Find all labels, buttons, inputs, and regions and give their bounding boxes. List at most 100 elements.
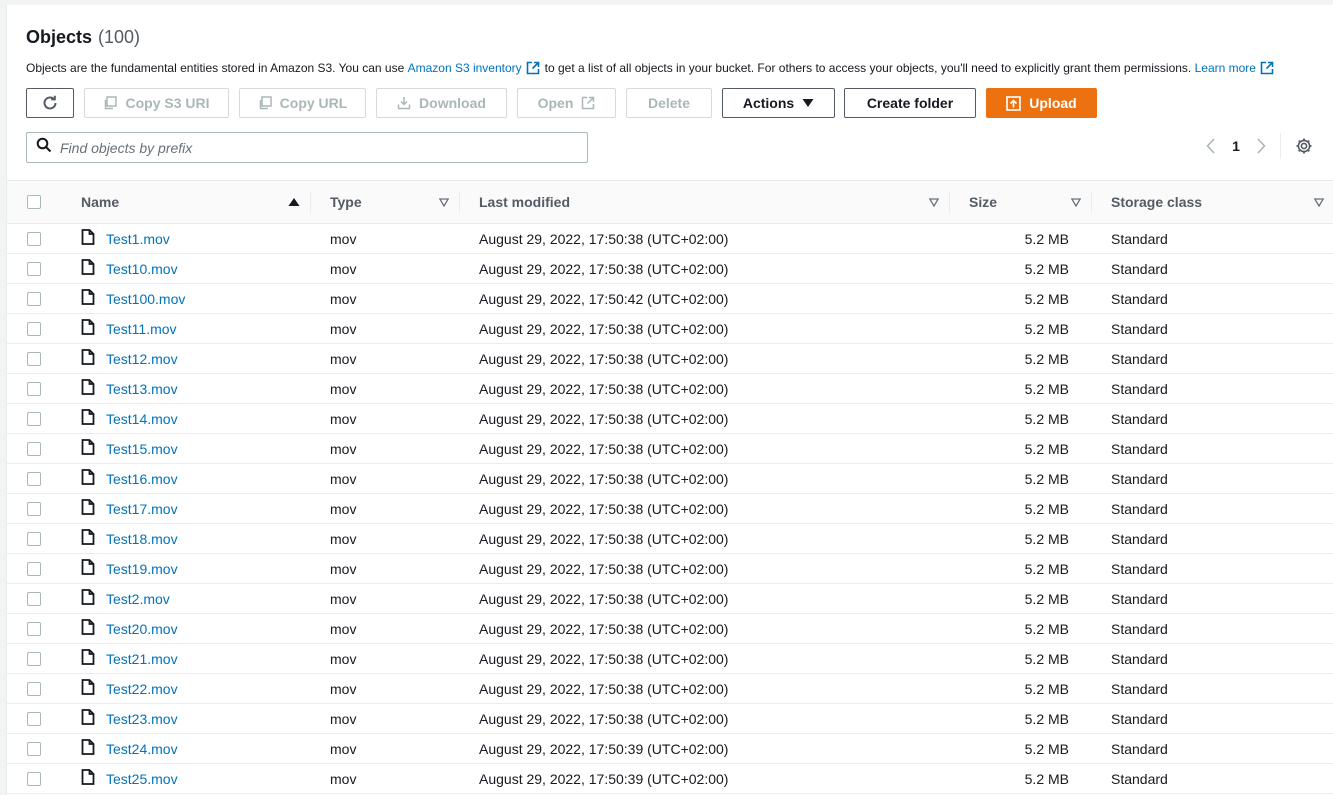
- pagination: 1: [1196, 131, 1315, 161]
- column-header-type[interactable]: Type: [310, 180, 459, 224]
- inventory-link[interactable]: Amazon S3 inventory: [408, 61, 522, 75]
- table-row[interactable]: Test16.mov mov August 29, 2022, 17:50:38 (…: [7, 463, 1333, 494]
- sort-ascending-icon[interactable]: [288, 194, 300, 210]
- row-checkbox[interactable]: [27, 231, 41, 246]
- table-row[interactable]: Test19.mov mov August 29, 2022, 17:50:38 (…: [7, 553, 1333, 584]
- upload-button[interactable]: Upload: [986, 88, 1097, 118]
- copy-url-button[interactable]: Copy URL: [239, 88, 366, 118]
- learn-more-link[interactable]: Learn more: [1195, 61, 1256, 75]
- object-name-link[interactable]: Test16.mov: [106, 471, 178, 487]
- size-cell: 5.2 MB: [949, 643, 1091, 674]
- object-name-link[interactable]: Test17.mov: [106, 501, 178, 517]
- table-row[interactable]: Test21.mov mov August 29, 2022, 17:50:38 (…: [7, 643, 1333, 674]
- object-name-link[interactable]: Test14.mov: [106, 411, 178, 427]
- table-row[interactable]: Test25.mov mov August 29, 2022, 17:50:39 (…: [7, 763, 1333, 794]
- object-name-link[interactable]: Test11.mov: [106, 321, 177, 337]
- table-row[interactable]: Test23.mov mov August 29, 2022, 17:50:38 (…: [7, 703, 1333, 734]
- row-checkbox[interactable]: [27, 651, 41, 666]
- row-checkbox[interactable]: [27, 261, 41, 276]
- table-row[interactable]: Test100.mov mov August 29, 2022, 17:50:42 …: [7, 283, 1333, 314]
- row-checkbox[interactable]: [27, 411, 41, 426]
- row-checkbox[interactable]: [27, 621, 41, 636]
- file-icon: [81, 679, 95, 698]
- object-name-link[interactable]: Test1.mov: [106, 231, 170, 247]
- object-name-link[interactable]: Test25.mov: [106, 771, 178, 787]
- column-header-last-modified[interactable]: Last modified: [459, 180, 949, 224]
- object-count: (100): [98, 27, 141, 47]
- column-header-storage-class[interactable]: Storage class: [1091, 180, 1333, 224]
- object-name-link[interactable]: Test2.mov: [106, 591, 170, 607]
- type-cell: mov: [310, 703, 459, 734]
- row-checkbox[interactable]: [27, 711, 41, 726]
- row-checkbox[interactable]: [27, 591, 41, 606]
- row-checkbox[interactable]: [27, 531, 41, 546]
- table-row[interactable]: Test10.mov mov August 29, 2022, 17:50:38 (…: [7, 253, 1333, 284]
- row-checkbox[interactable]: [27, 291, 41, 306]
- storage-class-cell: Standard: [1091, 583, 1333, 614]
- type-cell: mov: [310, 223, 459, 254]
- row-checkbox[interactable]: [27, 561, 41, 576]
- next-page-icon[interactable]: [1246, 131, 1276, 161]
- current-page[interactable]: 1: [1226, 138, 1246, 154]
- size-cell: 5.2 MB: [949, 403, 1091, 434]
- gear-icon[interactable]: [1293, 135, 1315, 157]
- open-button[interactable]: Open: [517, 88, 616, 118]
- copy-s3-uri-button[interactable]: Copy S3 URI: [84, 88, 229, 118]
- object-name-link[interactable]: Test15.mov: [106, 441, 178, 457]
- object-name-link[interactable]: Test10.mov: [106, 261, 178, 277]
- table-row[interactable]: Test2.mov mov August 29, 2022, 17:50:38 (U…: [7, 583, 1333, 614]
- sort-icon[interactable]: [928, 194, 940, 210]
- object-name-link[interactable]: Test13.mov: [106, 381, 178, 397]
- search-input[interactable]: [60, 139, 560, 156]
- table-row[interactable]: Test22.mov mov August 29, 2022, 17:50:38 (…: [7, 673, 1333, 704]
- object-name-link[interactable]: Test21.mov: [106, 651, 178, 667]
- object-name-link[interactable]: Test18.mov: [106, 531, 178, 547]
- delete-button[interactable]: Delete: [626, 88, 712, 118]
- table-row[interactable]: Test17.mov mov August 29, 2022, 17:50:38 (…: [7, 493, 1333, 524]
- object-name-link[interactable]: Test100.mov: [106, 291, 185, 307]
- table-row[interactable]: Test14.mov mov August 29, 2022, 17:50:38 (…: [7, 403, 1333, 434]
- table-row[interactable]: Test24.mov mov August 29, 2022, 17:50:39 (…: [7, 733, 1333, 764]
- table-row[interactable]: Test12.mov mov August 29, 2022, 17:50:38 (…: [7, 343, 1333, 374]
- previous-page-icon[interactable]: [1196, 131, 1226, 161]
- sort-icon[interactable]: [438, 194, 450, 210]
- download-icon: [397, 96, 411, 110]
- sort-icon[interactable]: [1313, 194, 1325, 210]
- row-checkbox[interactable]: [27, 501, 41, 516]
- table-row[interactable]: Test13.mov mov August 29, 2022, 17:50:38 (…: [7, 373, 1333, 404]
- row-checkbox[interactable]: [27, 441, 41, 456]
- column-label: Last modified: [479, 194, 571, 210]
- object-name-link[interactable]: Test20.mov: [106, 621, 178, 637]
- row-checkbox[interactable]: [27, 321, 41, 336]
- column-header-name[interactable]: Name: [61, 180, 310, 224]
- object-name-link[interactable]: Test12.mov: [106, 351, 178, 367]
- row-select-cell: [7, 373, 61, 404]
- size-cell: 5.2 MB: [949, 733, 1091, 764]
- row-checkbox[interactable]: [27, 771, 41, 786]
- search-box[interactable]: [26, 132, 588, 163]
- actions-dropdown[interactable]: Actions: [722, 88, 835, 118]
- table-row[interactable]: Test18.mov mov August 29, 2022, 17:50:38 (…: [7, 523, 1333, 554]
- row-checkbox[interactable]: [27, 351, 41, 366]
- storage-class-cell: Standard: [1091, 433, 1333, 464]
- row-checkbox[interactable]: [27, 741, 41, 756]
- table-row[interactable]: Test11.mov mov August 29, 2022, 17:50:38 (…: [7, 313, 1333, 344]
- object-name-link[interactable]: Test19.mov: [106, 561, 178, 577]
- object-name-link[interactable]: Test23.mov: [106, 711, 178, 727]
- row-checkbox[interactable]: [27, 381, 41, 396]
- refresh-button[interactable]: [26, 88, 74, 118]
- row-checkbox[interactable]: [27, 681, 41, 696]
- object-name-link[interactable]: Test24.mov: [106, 741, 178, 757]
- table-row[interactable]: Test20.mov mov August 29, 2022, 17:50:38 (…: [7, 613, 1333, 644]
- download-button[interactable]: Download: [376, 88, 507, 118]
- type-cell: mov: [310, 343, 459, 374]
- row-checkbox[interactable]: [27, 471, 41, 486]
- create-folder-button[interactable]: Create folder: [844, 88, 976, 118]
- object-name-link[interactable]: Test22.mov: [106, 681, 178, 697]
- select-all-checkbox[interactable]: [27, 195, 41, 209]
- last-modified-cell: August 29, 2022, 17:50:38 (UTC+02:00): [459, 313, 949, 344]
- table-row[interactable]: Test15.mov mov August 29, 2022, 17:50:38 (…: [7, 433, 1333, 464]
- table-row[interactable]: Test1.mov mov August 29, 2022, 17:50:38 (U…: [7, 223, 1333, 254]
- sort-icon[interactable]: [1070, 194, 1082, 210]
- column-header-size[interactable]: Size: [949, 180, 1091, 224]
